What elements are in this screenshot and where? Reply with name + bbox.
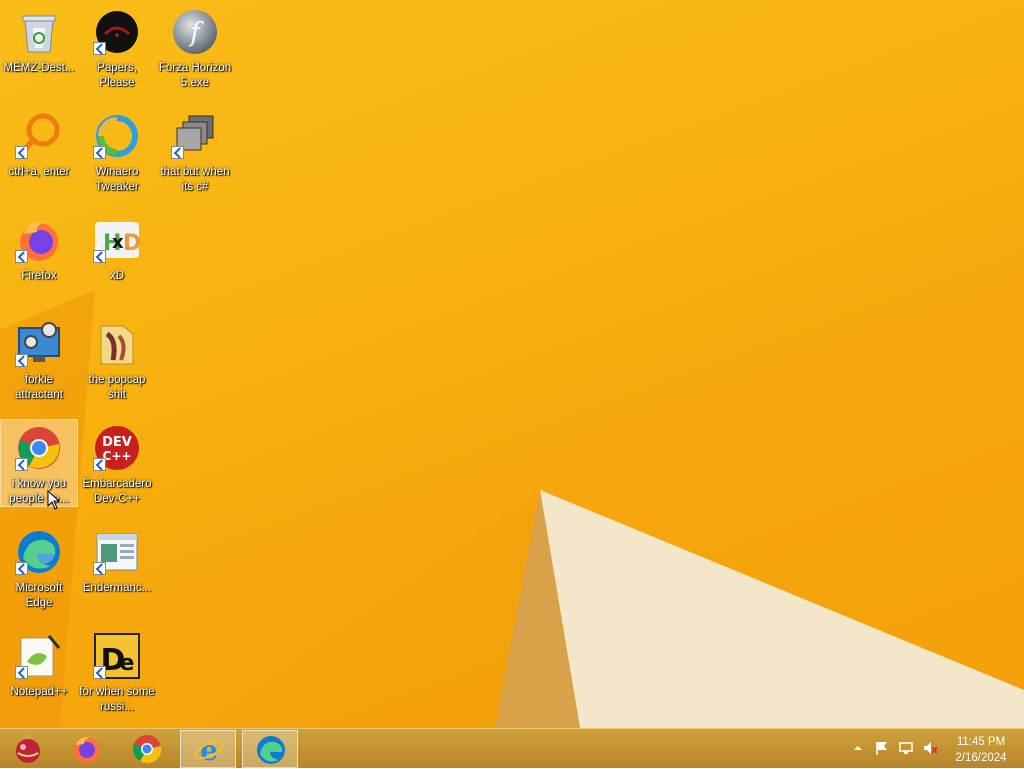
taskbar-button-firefox[interactable]	[58, 730, 114, 768]
desktop-icon-winaero[interactable]: Winaero Tweaker	[79, 108, 155, 206]
desktop-icon-label: xD	[109, 270, 125, 282]
chrome-icon	[133, 735, 162, 764]
svg-text:e: e	[120, 651, 135, 676]
desktop-icon-label: Notepad++	[10, 686, 68, 698]
svg-text:DEV: DEV	[102, 435, 132, 450]
shortcut-arrow-icon	[15, 354, 28, 367]
desktop-icon-label: that but when its c#	[160, 166, 230, 193]
recycle-bin-icon	[22, 15, 56, 53]
desktop-icon-label: Embarcadero Dev-C++	[82, 478, 152, 505]
show-hidden-icons-chevron-up-icon[interactable]	[850, 740, 866, 756]
ornament-icon	[16, 735, 40, 763]
desktop-icon-edge[interactable]: Microsoft Edge	[1, 524, 77, 622]
taskbar-button-chrome[interactable]	[119, 730, 175, 768]
taskbar-button-edge[interactable]	[242, 730, 298, 768]
desktop-icon-label: Microsoft Edge	[15, 582, 63, 609]
desktop-icon-label: Firefox	[21, 270, 57, 282]
shortcut-arrow-icon	[93, 146, 106, 159]
shortcut-arrow-icon	[93, 562, 106, 575]
desktop-icon-recycle-bin[interactable]: MEMZ-Dest...	[1, 4, 77, 102]
svg-text:x: x	[112, 232, 124, 253]
desktop-icon-label: for when some russi...	[79, 686, 155, 713]
desktop-icon-forkie[interactable]: forkie attractant	[1, 316, 77, 414]
volume-muted-icon[interactable]	[922, 740, 938, 756]
shortcut-arrow-icon	[15, 250, 28, 263]
desktop-icon-label: Papers, Please	[97, 62, 137, 89]
taskbar-clock[interactable]: 11:45 PM 2/16/2024	[948, 734, 1014, 766]
desktop[interactable]: MEMZ-Dest... ✦ Papers, Please f Forza Ho…	[0, 0, 1024, 728]
desktop-icon-label: Endermanc...	[82, 582, 152, 594]
shortcut-arrow-icon	[93, 42, 106, 55]
svg-text:D: D	[123, 231, 141, 256]
svg-text:✦: ✦	[114, 31, 121, 40]
taskbar-button-internet-explorer[interactable]: e	[180, 730, 236, 768]
network-icon[interactable]	[898, 740, 914, 756]
action-center-flag-icon[interactable]	[874, 740, 890, 756]
desktop-icon-papers-please[interactable]: ✦ Papers, Please	[79, 4, 155, 102]
taskbar: e 11:45 PM 2/16/2024	[0, 728, 1024, 768]
shortcut-arrow-icon	[171, 146, 184, 159]
desktop-icon-csharp[interactable]: that but when its c#	[157, 108, 233, 206]
shortcut-arrow-icon	[15, 666, 28, 679]
mouse-cursor-icon	[47, 490, 61, 510]
desktop-icon-popcap[interactable]: the popcap shit	[79, 316, 155, 414]
desktop-icon-devcpp[interactable]: DEV C++ Embarcadero Dev-C++	[79, 420, 155, 518]
shortcut-arrow-icon	[15, 562, 28, 575]
svg-text:e: e	[200, 734, 218, 766]
svg-text:C++: C++	[103, 449, 132, 463]
taskbar-button-start-orb[interactable]	[0, 730, 56, 768]
desktop-icon-label: Forza Horizon 5.exe	[158, 62, 232, 89]
desktop-icon-label: forkie attractant	[15, 374, 63, 401]
shortcut-arrow-icon	[15, 458, 28, 471]
desktop-icon-endermanch[interactable]: Endermanc...	[79, 524, 155, 622]
desktop-icon-russian[interactable]: D e for when some russi...	[79, 628, 155, 726]
desktop-icon-chrome-shortcut[interactable]: i know you people se...	[0, 419, 78, 507]
desktop-icon-label: i know you people se...	[9, 478, 69, 505]
desktop-icon-grid: MEMZ-Dest... ✦ Papers, Please f Forza Ho…	[0, 0, 240, 728]
system-tray	[850, 729, 950, 769]
flash-icon: f	[173, 10, 217, 54]
desktop-icon-ctrl-a[interactable]: ctrl+a, enter	[1, 108, 77, 206]
desktop-icon-label: ctrl+a, enter	[8, 166, 70, 178]
shortcut-arrow-icon	[93, 250, 106, 263]
shortcut-arrow-icon	[93, 666, 106, 679]
shortcut-arrow-icon	[15, 146, 28, 159]
desktop-icon-firefox[interactable]: Firefox	[1, 212, 77, 310]
firefox-icon	[73, 736, 99, 763]
edge-icon	[257, 736, 285, 764]
shortcut-arrow-icon	[93, 458, 106, 471]
desktop-icon-label: Winaero Tweaker	[95, 166, 139, 193]
desktop-icon-forza[interactable]: f Forza Horizon 5.exe	[157, 4, 233, 102]
ie-icon: e	[194, 734, 224, 766]
desktop-icon-label: the popcap shit	[88, 374, 146, 401]
desktop-icon-notepadpp[interactable]: Notepad++	[1, 628, 77, 726]
desktop-icon-xd[interactable]: H D x xD	[79, 212, 155, 310]
clock-date: 2/16/2024	[955, 752, 1007, 764]
folder-icon	[100, 325, 134, 365]
desktop-icon-label: MEMZ-Dest...	[3, 62, 75, 74]
clock-time: 11:45 PM	[956, 736, 1006, 748]
